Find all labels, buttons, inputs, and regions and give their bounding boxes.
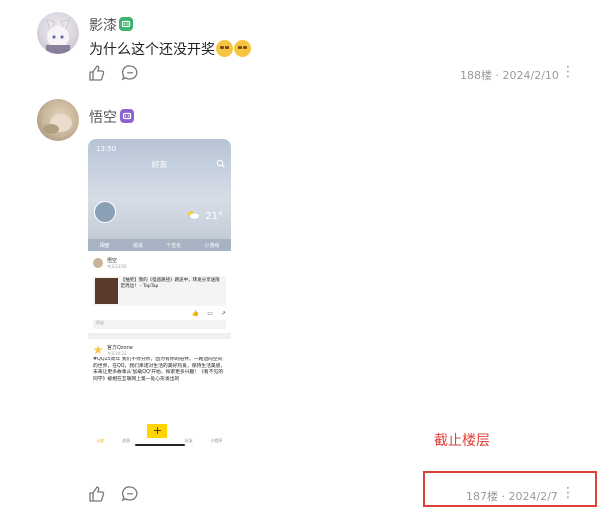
post-date: 2024/2/10: [502, 69, 559, 82]
comment-icon[interactable]: [121, 64, 139, 82]
comment-text: 为什么这个还没开奖: [89, 39, 251, 59]
share-text: 【抽奖】我的《怪盗路径》路途中，转发分享送限定周边！ - TapTap: [120, 278, 220, 289]
highlight-box: [423, 471, 597, 507]
phone-avatar: [94, 201, 116, 223]
username[interactable]: 悟空: [89, 107, 117, 127]
search-icon: [216, 159, 225, 168]
phone-nav-item: 消息: [122, 438, 131, 443]
level-badge-icon: [119, 17, 133, 31]
comment-icon[interactable]: [121, 485, 139, 503]
feed-item-header: 悟空 今天13:50: [93, 255, 226, 271]
share-thumbnail: [95, 278, 118, 304]
phone-nav-item: 动态: [96, 438, 105, 443]
weather-icon: [188, 211, 199, 219]
phone-header: 13:50 好友 21°: [88, 139, 231, 239]
phone-title: 好友: [151, 160, 168, 169]
phone-plus-button: +: [147, 424, 168, 438]
avatar-illustration: [46, 19, 70, 54]
avatar-illustration: [43, 114, 72, 134]
like-icon[interactable]: [88, 485, 106, 503]
phone-tab: 说说: [132, 242, 143, 249]
feed-avatar: [93, 258, 103, 268]
phone-like-icon: 👍: [191, 309, 200, 317]
feed-divider: [88, 333, 231, 339]
phone-tab: 相册: [99, 242, 110, 249]
feed-time: 今天13:50: [107, 263, 127, 269]
phone-tab: 个性化: [166, 242, 182, 249]
phone-nav-item: 小程序: [210, 438, 223, 443]
qzone-star-icon: [93, 345, 103, 355]
like-icon[interactable]: [88, 64, 106, 82]
phone-share-icon: ↗: [220, 309, 226, 317]
level-badge-icon: [120, 109, 134, 123]
feed-comment-box: 评论: [93, 320, 226, 329]
avatar-user1[interactable]: [37, 12, 79, 54]
phone-bottom-nav: 动态 消息 + 好友 小程序: [88, 424, 231, 444]
phone-comment-icon: ▭: [207, 309, 213, 317]
emoji-icon: [234, 40, 251, 57]
comment-body: 为什么这个还没开奖: [89, 42, 215, 58]
feed-name: 悟空: [107, 257, 118, 264]
phone-tabs: 相册 说说 个性化 小游戏: [88, 239, 231, 251]
attached-screenshot[interactable]: 13:50 好友 21° 相册 说说 个性化 小游戏 悟空 今天13:50 【抽…: [88, 139, 231, 448]
more-options-icon[interactable]: ⋮: [561, 64, 575, 80]
feed-share-card: 【抽奖】我的《怪盗路径》路途中，转发分享送限定周边！ - TapTap: [93, 276, 226, 306]
avatar-user2[interactable]: [37, 99, 79, 141]
username[interactable]: 影漆: [89, 15, 117, 35]
feed-time: 今天10:23: [107, 350, 127, 356]
post-meta: 188楼 · 2024/2/10: [460, 67, 559, 83]
meta-separator: ·: [495, 69, 500, 82]
annotation-label: 截止楼层: [434, 433, 490, 449]
phone-feed: 悟空 今天13:50 【抽奖】我的《怪盗路径》路途中，转发分享送限定周边！ - …: [88, 251, 231, 399]
feed-body: #QQ25周年 我们不停分析，因为有你的陪伴。一路边同空间的世界，在QQ，我们承…: [93, 357, 226, 382]
phone-tab: 小游戏: [204, 242, 220, 249]
phone-status-time: 13:50: [96, 145, 117, 153]
floor-number: 188楼: [460, 69, 492, 82]
emoji-icon: [216, 40, 233, 57]
phone-temperature: 21°: [205, 211, 223, 222]
feed-item-header: 官方Qzone 今天10:23: [93, 343, 226, 357]
feed-actions: 👍 ▭ ↗: [93, 306, 226, 320]
feed-name: 官方Qzone: [107, 344, 133, 351]
phone-home-indicator: [135, 444, 185, 446]
phone-nav-item: 好友: [184, 438, 193, 443]
